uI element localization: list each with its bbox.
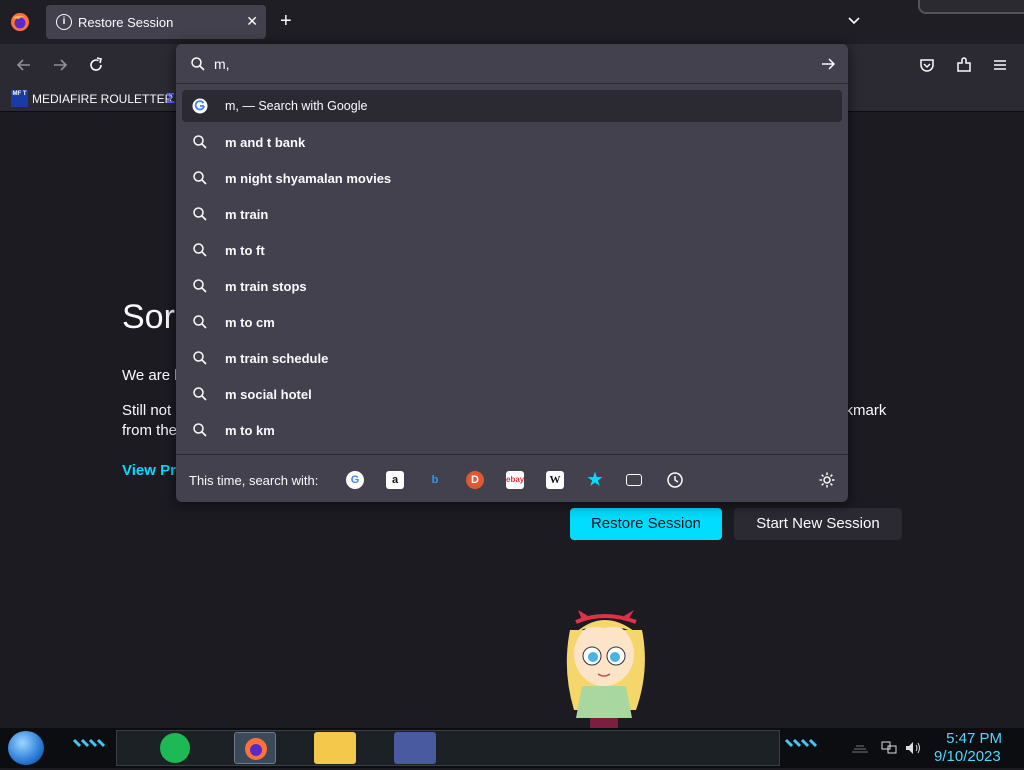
clock-date[interactable]: 9/10/2023 [934,748,1014,765]
search-icon [193,351,207,365]
suggestion-list: m, — Search with Google m and t bank m nig… [182,90,842,448]
duckduckgo-icon[interactable]: D [466,471,484,489]
suggestion-text: m, — Search with Google [225,99,368,113]
google-icon [192,98,208,114]
amazon-icon[interactable]: a [386,471,404,489]
search-icon [193,171,207,185]
network-icon[interactable] [880,740,898,756]
address-input[interactable] [214,52,794,76]
firefox-logo-icon[interactable] [10,12,30,32]
address-bar [176,44,848,84]
taskbar-decoration [72,738,106,748]
suggestion-row[interactable]: m train [182,196,842,232]
start-new-session-button[interactable]: Start New Session [734,508,902,540]
suggestion-row[interactable]: m to ft [182,232,842,268]
suggestion-text: m to ft [225,243,265,258]
clock-time[interactable]: 5:47 PM [936,730,1002,747]
suggestion-text: m train stops [225,279,307,294]
back-icon[interactable] [14,55,34,75]
suggestion-row[interactable]: m to cm [182,304,842,340]
search-icon [193,207,207,221]
start-button[interactable] [8,731,44,765]
restore-session-button[interactable]: Restore Session [570,508,722,540]
one-off-label: This time, search with: [189,473,319,488]
system-tray-icon[interactable] [850,740,870,754]
wikipedia-icon[interactable]: W [546,471,564,489]
tab-title: Restore Session [78,15,174,30]
suggestion-text: m to cm [225,315,275,330]
reload-icon[interactable] [86,55,106,75]
suggestion-text: m social hotel [225,387,312,402]
new-tab-button[interactable]: + [280,10,292,32]
history-icon[interactable] [666,471,684,489]
suggestion-text: m and t bank [225,135,306,150]
extensions-icon[interactable] [955,56,973,74]
volume-icon[interactable] [904,740,922,756]
gear-icon[interactable] [818,471,836,489]
suggestion-row[interactable]: m train stops [182,268,842,304]
suggestion-text: m train schedule [225,351,329,366]
search-icon [193,135,207,149]
tab-restore-session[interactable]: i Restore Session ✕ [46,5,266,39]
file-explorer-icon[interactable] [314,732,356,764]
search-icon [193,387,207,401]
menu-icon[interactable] [991,56,1009,74]
bing-icon[interactable]: b [426,471,444,489]
mediafire-icon: MF T [11,90,28,107]
list-all-tabs-icon[interactable] [846,12,862,28]
suggestion-row[interactable]: m train schedule [182,340,842,376]
suggestion-row[interactable]: m social hotel [182,376,842,412]
character-sticker-image [566,610,645,728]
suggestion-text: m night shyamalan movies [225,171,392,186]
firefox-taskbar-icon[interactable] [234,732,276,764]
address-bar-dropdown: m, — Search with Google m and t bank m nig… [176,44,848,502]
spotify-icon[interactable] [160,733,190,763]
search-with-google-row[interactable]: m, — Search with Google [182,90,842,122]
google-icon[interactable]: G [346,471,364,489]
forward-icon[interactable] [50,55,70,75]
suggestion-row[interactable]: m to km [182,412,842,448]
ebay-icon[interactable]: ebay [506,471,524,489]
search-icon [193,423,207,437]
search-icon [191,57,205,71]
search-icon [193,279,207,293]
tab-strip: i Restore Session ✕ + [0,0,1024,44]
bookmarks-star-icon[interactable]: ★ [586,471,604,489]
close-tab-icon[interactable]: ✕ [246,13,258,30]
one-off-search-bar: This time, search with: G a b D ebay W ★ [176,454,848,502]
suggestion-row[interactable]: m night shyamalan movies [182,160,842,196]
app-window-icon[interactable] [394,732,436,764]
search-icon [193,315,207,329]
taskbar: 5:47 PM 9/10/2023 [0,728,1024,768]
bookmark-mediafire-rouletter[interactable]: MEDIAFIRE ROULETTER [32,92,173,106]
taskbar-decoration [784,738,818,748]
page-paragraph: Still not [122,402,172,419]
bookmark-icon[interactable]: Σ [166,90,175,107]
pocket-icon[interactable] [918,56,936,74]
page-paragraph: We are h [122,367,183,384]
search-icon [193,243,207,257]
window-decoration [918,0,1024,14]
suggestion-row[interactable]: m and t bank [182,124,842,160]
page-paragraph: from the [122,422,178,439]
suggestion-text: m train [225,207,269,222]
go-arrow-icon[interactable] [820,56,836,72]
info-icon: i [56,14,72,30]
taskbar-apps-frame [116,730,780,766]
tabs-icon[interactable] [626,474,642,486]
suggestion-text: m to km [225,423,275,438]
